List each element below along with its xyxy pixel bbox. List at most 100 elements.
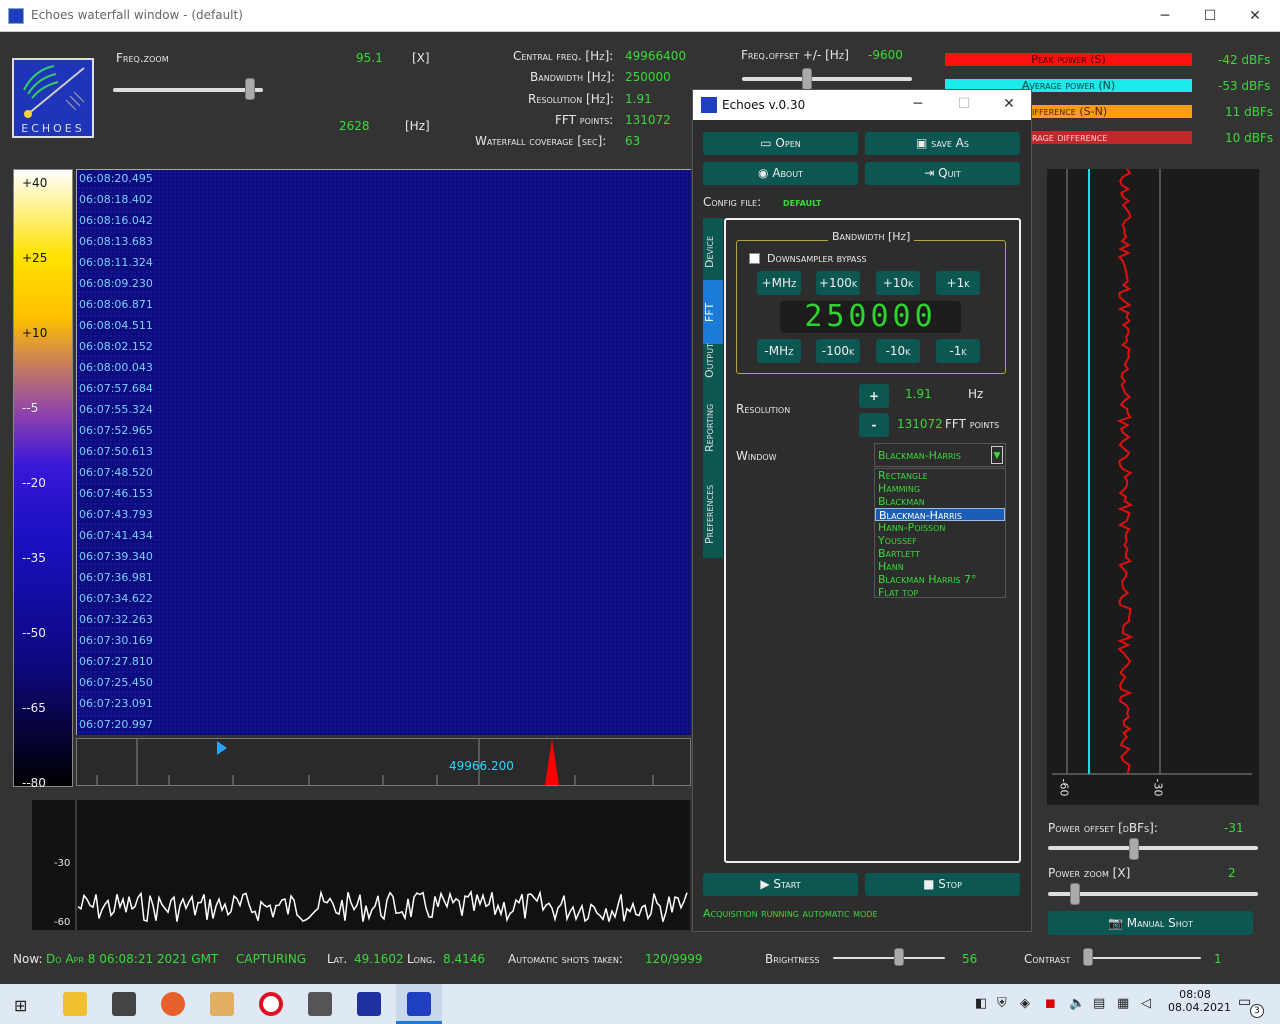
spectrum-tick-top: -30 bbox=[54, 858, 71, 869]
minus-1k-button[interactable]: -1k bbox=[936, 339, 980, 363]
stop-icon: ■ bbox=[923, 877, 939, 891]
plus-10k-button[interactable]: +10k bbox=[876, 271, 920, 295]
minus-100k-button[interactable]: -100k bbox=[816, 339, 860, 363]
open-button[interactable]: ▭ Open bbox=[703, 132, 858, 155]
freq-zoom-label: Freq.zoom bbox=[116, 51, 169, 65]
tab-preferences[interactable]: Preferences bbox=[703, 476, 723, 552]
peak-power-bar: Peak power (S) bbox=[945, 53, 1192, 66]
spectrum-display[interactable]: -30 -60 bbox=[31, 799, 691, 931]
window-option[interactable]: Flat top bbox=[875, 586, 1005, 599]
contrast-slider[interactable] bbox=[1083, 957, 1201, 959]
window-option[interactable]: Hann-Poisson bbox=[875, 521, 1005, 534]
freq-zoom-value: 95.1 bbox=[356, 51, 383, 65]
waterfall-timestamp: 06:08:09.230 bbox=[79, 277, 153, 290]
bandwidth-group-title: Bandwidth [Hz] bbox=[828, 230, 915, 243]
notification-icon[interactable]: ▭ bbox=[1238, 994, 1251, 1010]
minus-10k-button[interactable]: -10k bbox=[876, 339, 920, 363]
exit-icon: ⇥ bbox=[924, 166, 939, 180]
quit-button[interactable]: ⇥ Quit bbox=[865, 162, 1020, 185]
media-player-icon[interactable] bbox=[210, 992, 234, 1016]
config-file-label: Config file: bbox=[703, 195, 762, 209]
plus-100k-button[interactable]: +100k bbox=[816, 271, 860, 295]
power-offset-slider-handle[interactable] bbox=[1129, 838, 1139, 860]
chevron-down-icon[interactable]: ▼ bbox=[991, 446, 1003, 464]
tab-device[interactable]: Device bbox=[703, 226, 723, 278]
dialog-minimize-button[interactable]: ─ bbox=[908, 94, 928, 114]
waterfall-display[interactable]: 06:08:20.495 06:08:18.402 06:08:16.042 06:0… bbox=[76, 169, 691, 735]
window-option[interactable]: Blackman bbox=[875, 495, 1005, 508]
bandwidth-lcd: 250000 bbox=[780, 301, 961, 333]
settings-tabs: Device FFT Output Reporting Preferences bbox=[703, 218, 723, 558]
downsampler-checkbox[interactable] bbox=[749, 253, 760, 264]
window-option[interactable]: Rectangle bbox=[875, 469, 1005, 482]
tray-icon-1[interactable]: ◧ bbox=[975, 996, 991, 1012]
power-zoom-label: Power zoom [X] bbox=[1048, 866, 1131, 880]
clock[interactable]: 08:08 08.04.2021 bbox=[1168, 988, 1231, 1014]
minimize-button[interactable]: ─ bbox=[1155, 6, 1175, 26]
save-as-button[interactable]: ▣ save As bbox=[865, 132, 1020, 155]
dialog-close-button[interactable]: ✕ bbox=[999, 94, 1019, 114]
resolution-hz-unit: Hz bbox=[968, 387, 984, 401]
tray-icon-3[interactable]: ◈ bbox=[1020, 996, 1036, 1012]
freq-zoom-slider[interactable] bbox=[113, 88, 263, 92]
speaker-icon[interactable]: ◁ bbox=[1141, 996, 1157, 1012]
volume-icon[interactable]: 🔈 bbox=[1069, 996, 1085, 1012]
window-select[interactable]: Blackman-Harris ▼ bbox=[874, 443, 1006, 467]
freq-offset-slider[interactable] bbox=[742, 77, 912, 81]
average-difference-bar: rage difference bbox=[1032, 131, 1192, 144]
plus-mhz-button[interactable]: +MHz bbox=[757, 271, 801, 295]
brightness-slider[interactable] bbox=[833, 957, 945, 959]
config-file-value: default bbox=[783, 195, 822, 209]
brightness-value: 56 bbox=[962, 952, 978, 966]
power-zoom-slider-handle[interactable] bbox=[1070, 883, 1080, 905]
tray-icon-4[interactable]: ◼ bbox=[1045, 996, 1061, 1012]
waterfall-timestamp: 06:08:20.495 bbox=[79, 172, 153, 185]
brightness-slider-handle[interactable] bbox=[894, 948, 904, 966]
maximize-button[interactable]: ☐ bbox=[1200, 6, 1220, 26]
waterfall-timestamp: 06:07:43.793 bbox=[79, 508, 153, 521]
echoes-active-taskbar-button[interactable] bbox=[396, 984, 442, 1024]
scale-label: --65 bbox=[22, 701, 46, 715]
network-icon[interactable]: ▦ bbox=[1117, 996, 1133, 1012]
firefox-icon[interactable] bbox=[161, 992, 185, 1016]
freq-zoom-slider-handle[interactable] bbox=[245, 78, 255, 100]
shield-icon[interactable]: ⛨ bbox=[997, 996, 1013, 1012]
frequency-axis[interactable]: 49966.200 bbox=[76, 738, 691, 786]
contrast-slider-handle[interactable] bbox=[1083, 948, 1093, 966]
scale-label: +25 bbox=[22, 251, 48, 265]
window-option[interactable]: Blackman Harris 7° bbox=[875, 573, 1005, 586]
tab-reporting[interactable]: Reporting bbox=[703, 396, 723, 460]
store-icon[interactable] bbox=[112, 992, 136, 1016]
stop-button[interactable]: ■ Stop bbox=[865, 873, 1020, 896]
waterfall-timestamp: 06:08:11.324 bbox=[79, 256, 153, 269]
resolution-plus-button[interactable]: + bbox=[859, 384, 889, 408]
file-explorer-icon[interactable] bbox=[63, 992, 87, 1016]
minus-mhz-button[interactable]: -MHz bbox=[757, 339, 801, 363]
dialog-title-bar: Echoes v.0.30 ─ ☐ ✕ bbox=[693, 90, 1031, 120]
window-label: Window bbox=[736, 449, 777, 463]
tab-output[interactable]: Output bbox=[703, 330, 723, 392]
plus-1k-button[interactable]: +1k bbox=[936, 271, 980, 295]
opera-icon[interactable] bbox=[259, 992, 283, 1016]
windows-start-icon[interactable]: ⊞ bbox=[14, 996, 27, 1015]
scale-label: --5 bbox=[22, 401, 39, 415]
echoes-taskbar-icon[interactable] bbox=[357, 992, 381, 1016]
window-option[interactable]: Bartlett bbox=[875, 547, 1005, 560]
window-option[interactable]: Hamming bbox=[875, 482, 1005, 495]
about-button[interactable]: ◉ About bbox=[703, 162, 858, 185]
window-option-selected[interactable]: Blackman-Harris bbox=[875, 508, 1005, 522]
floppy-icon: ▭ bbox=[760, 136, 776, 150]
freq-offset-slider-handle[interactable] bbox=[802, 68, 812, 90]
manual-shot-button[interactable]: 📷 Manual Shot bbox=[1048, 911, 1253, 935]
resolution-field-label: Resolution bbox=[736, 402, 791, 416]
window-option[interactable]: Youssef bbox=[875, 534, 1005, 547]
close-button[interactable]: ✕ bbox=[1245, 6, 1265, 26]
window-option[interactable]: Hann bbox=[875, 560, 1005, 573]
dialog-maximize-button[interactable]: ☐ bbox=[954, 94, 974, 114]
resolution-minus-button[interactable]: - bbox=[859, 413, 889, 437]
start-button[interactable]: ▶ Start bbox=[703, 873, 858, 896]
waterfall-timestamp: 06:07:57.684 bbox=[79, 382, 153, 395]
snipping-tool-icon[interactable] bbox=[308, 992, 332, 1016]
tray-icon-6[interactable]: ▤ bbox=[1093, 996, 1109, 1012]
power-offset-slider[interactable] bbox=[1048, 846, 1258, 850]
